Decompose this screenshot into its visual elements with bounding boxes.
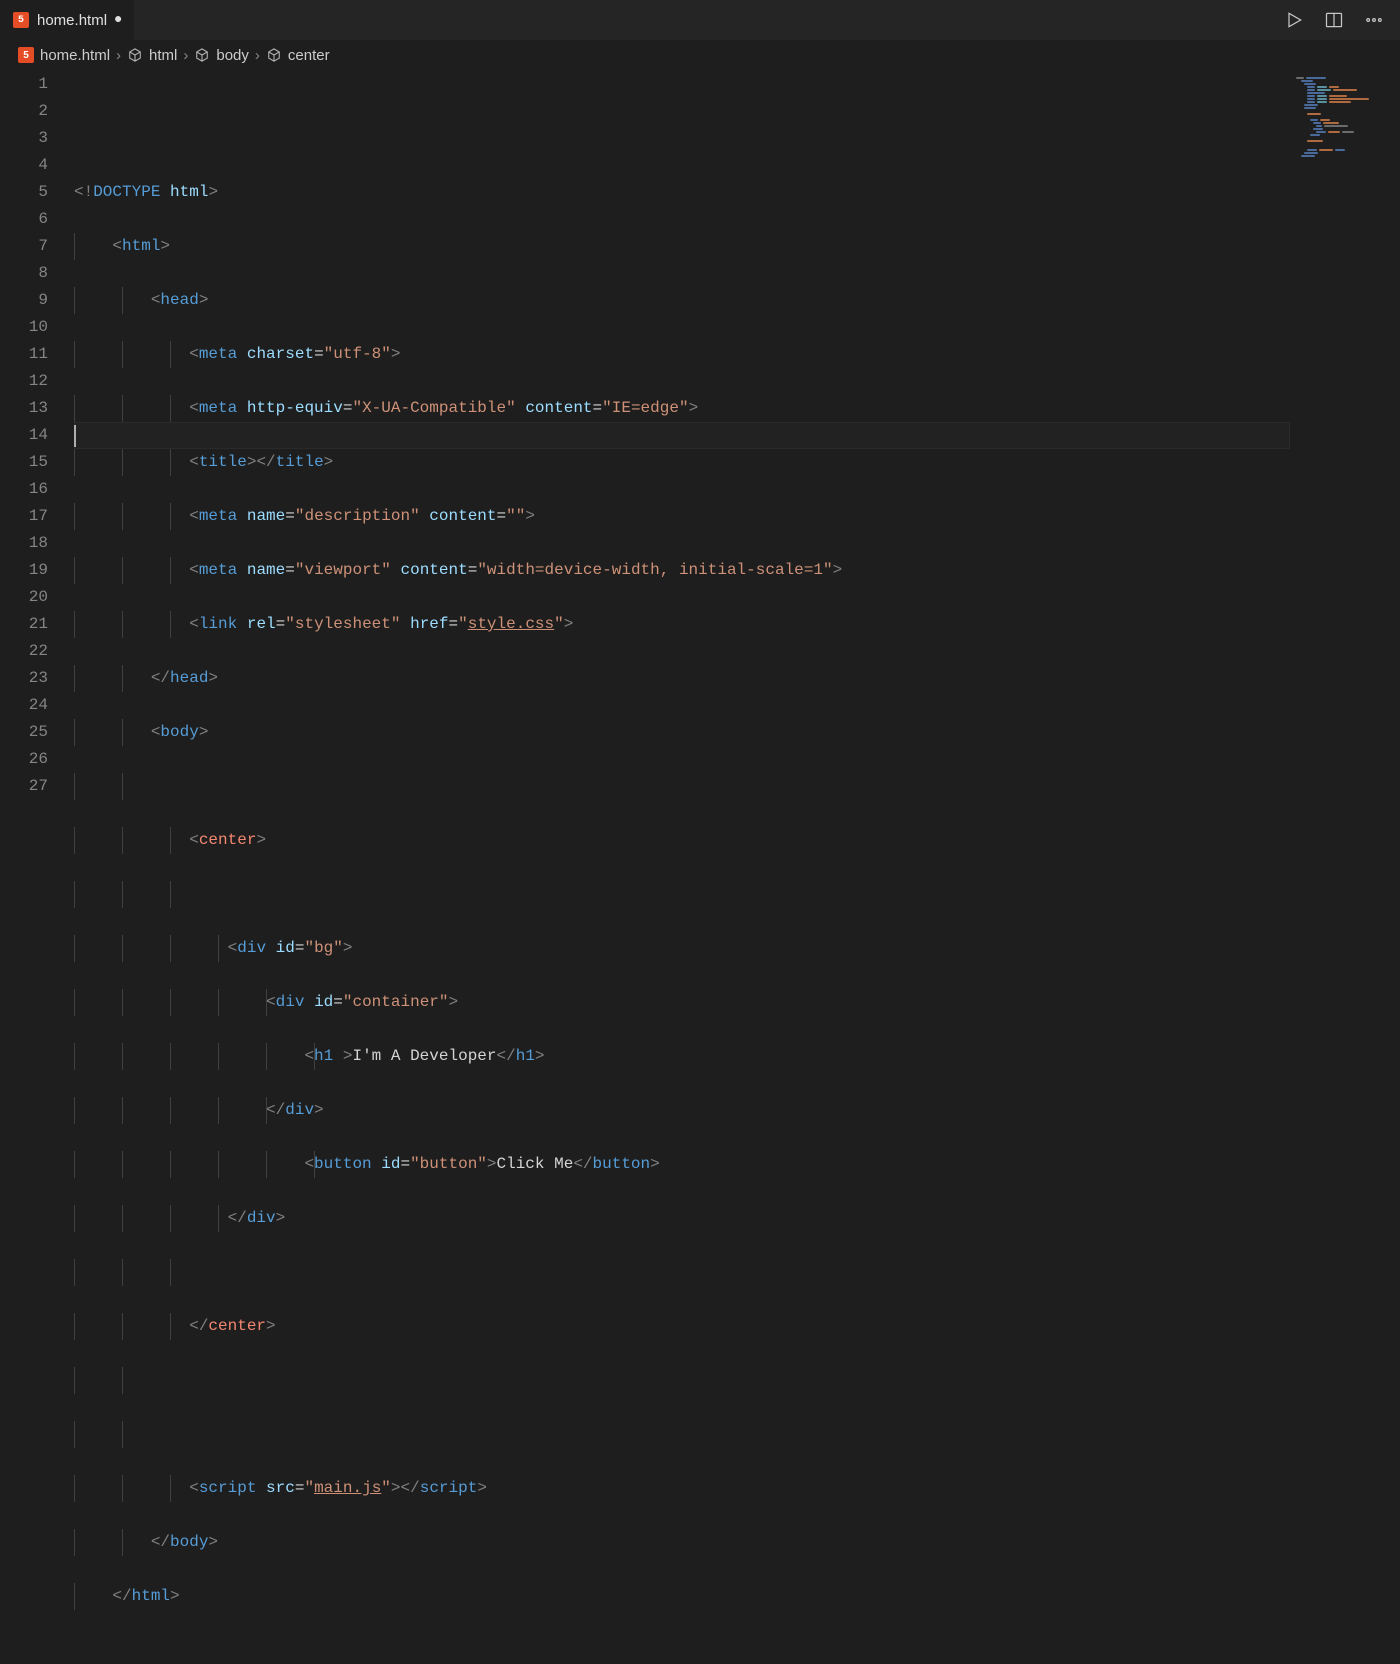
run-icon[interactable] <box>1284 10 1304 30</box>
symbol-icon <box>194 47 210 63</box>
line-number: 16 <box>0 476 48 503</box>
line-number: 27 <box>0 773 48 800</box>
chevron-right-icon: › <box>183 47 188 64</box>
line-number: 15 <box>0 449 48 476</box>
line-number: 13 <box>0 395 48 422</box>
line-number: 9 <box>0 287 48 314</box>
chevron-right-icon: › <box>116 47 121 64</box>
line-number: 25 <box>0 719 48 746</box>
line-number: 10 <box>0 314 48 341</box>
breadcrumb-item[interactable]: body <box>216 47 249 64</box>
editor-tab[interactable]: 5 home.html ● <box>0 0 134 40</box>
line-number: 3 <box>0 125 48 152</box>
breadcrumb-file[interactable]: home.html <box>40 47 110 64</box>
line-number: 11 <box>0 341 48 368</box>
symbol-icon <box>127 47 143 63</box>
symbol-icon <box>266 47 282 63</box>
tab-bar: 5 home.html ● <box>0 0 1400 40</box>
line-number: 6 <box>0 206 48 233</box>
line-number: 17 <box>0 503 48 530</box>
current-line-highlight <box>74 422 1290 449</box>
html-file-icon: 5 <box>18 47 34 63</box>
split-editor-icon[interactable] <box>1324 10 1344 30</box>
line-number: 24 <box>0 692 48 719</box>
code-content[interactable]: <!DOCTYPE html> <html> <head> <meta char… <box>74 70 1290 868</box>
line-number: 12 <box>0 368 48 395</box>
line-number: 22 <box>0 638 48 665</box>
line-number: 21 <box>0 611 48 638</box>
line-number: 20 <box>0 584 48 611</box>
tab-dirty-icon: ● <box>114 12 122 28</box>
tab-filename: home.html <box>37 12 107 29</box>
line-number: 1 <box>0 71 48 98</box>
line-number: 7 <box>0 233 48 260</box>
minimap[interactable] <box>1290 70 1400 868</box>
breadcrumb[interactable]: 5 home.html › html › body › center <box>0 40 1400 70</box>
line-number: 8 <box>0 260 48 287</box>
line-number: 18 <box>0 530 48 557</box>
line-number: 19 <box>0 557 48 584</box>
breadcrumb-item[interactable]: html <box>149 47 177 64</box>
cursor <box>74 425 76 447</box>
html-file-icon: 5 <box>12 11 30 29</box>
chevron-right-icon: › <box>255 47 260 64</box>
line-number: 4 <box>0 152 48 179</box>
tab-actions <box>1284 10 1400 30</box>
more-icon[interactable] <box>1364 10 1384 30</box>
line-number-gutter: 1 2 3 4 5 6 7 8 9 10 11 12 13 14 15 16 1… <box>0 70 74 868</box>
line-number: 5 <box>0 179 48 206</box>
line-number: 23 <box>0 665 48 692</box>
breadcrumb-item[interactable]: center <box>288 47 330 64</box>
line-number: 2 <box>0 98 48 125</box>
line-number: 14 <box>0 422 48 449</box>
line-number: 26 <box>0 746 48 773</box>
editor[interactable]: 1 2 3 4 5 6 7 8 9 10 11 12 13 14 15 16 1… <box>0 70 1400 868</box>
